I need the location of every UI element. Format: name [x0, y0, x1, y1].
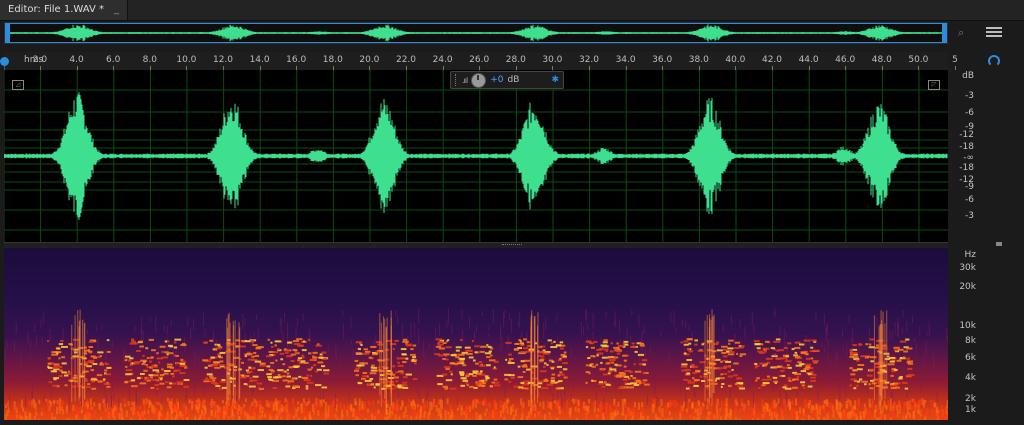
signal-bars-icon: .ııl [462, 75, 468, 85]
db-scale-label: -3 [965, 211, 974, 221]
frequency-scale-label: 4k [965, 373, 976, 383]
ruler-tick-label: 22.0 [395, 55, 417, 65]
db-scale-label: -6 [965, 108, 974, 118]
frequency-scale-label: 2k [965, 394, 976, 404]
time-ruler[interactable]: hms 2.0 4.0 6.0 8.0 10.0 12.0 14.0 16.0 18.0 20.0… [4, 52, 958, 71]
ruler-tick-label: 6.0 [106, 55, 121, 65]
ruler-tick-label: 28.0 [505, 55, 526, 65]
db-scale-label: -6 [965, 195, 974, 205]
db-scale-label: -18 [959, 142, 974, 152]
overview-left-handle[interactable] [5, 23, 10, 43]
ruler-tick-label: 48.0 [871, 55, 892, 65]
ruler-tick-label: 46.0 [835, 55, 856, 65]
ruler-tick-label: 26.0 [469, 55, 490, 65]
channel-right-icon[interactable]: ◸ [928, 80, 940, 90]
db-scale-label: dB [962, 71, 974, 81]
frequency-scale: Hz 30k 20k 10k 8k 6k 4k 2k 1k [950, 248, 980, 420]
ruler-tick-label: 36.0 [652, 55, 673, 65]
ruler-tick-label: 4.0 [69, 55, 84, 65]
frequency-scale-label: 10k [959, 321, 976, 331]
overview-navigator[interactable] [4, 22, 948, 44]
ruler-tick-label: 44.0 [798, 55, 819, 65]
ruler-tick-label: 42.0 [761, 55, 783, 65]
ruler-tick-label: 50.0 [908, 55, 929, 65]
ruler-tick-label: 5 [952, 55, 958, 65]
overview-range [5, 23, 947, 43]
ruler-tick-label: 32.0 [578, 55, 600, 65]
ruler-tick-label: 12.0 [212, 55, 234, 65]
db-scale-label: -18 [959, 163, 974, 173]
frequency-scale-label: Hz [964, 250, 977, 260]
ruler-tick-label: 10.0 [176, 55, 197, 65]
editor-tab-label: Editor: File 1.WAV * [8, 4, 104, 15]
frequency-scale-label: 1k [965, 405, 976, 415]
spectral-canvas [4, 308, 948, 420]
volume-knob[interactable] [471, 72, 487, 88]
waveform-view[interactable]: ◿ ◸ [4, 70, 948, 242]
ruler-tick-label: 16.0 [286, 55, 307, 65]
ruler-tick-label: 30.0 [542, 55, 563, 65]
db-scale: dB -3 -6 -9 -12 -18 -∞ -18 -12 -9 -6 -3 [950, 70, 976, 242]
frequency-scale-label: 20k [959, 282, 976, 292]
ruler-tick-label: 2.0 [32, 55, 48, 65]
channel-left-icon[interactable]: ◿ [12, 80, 24, 90]
ruler-tick-label: 40.0 [725, 55, 746, 65]
ruler-tick-label: 8.0 [142, 55, 157, 65]
db-scale-label: -9 [965, 182, 974, 192]
playhead-handle[interactable] [0, 57, 9, 66]
db-scale-label: -12 [959, 130, 974, 140]
title-bar: Editor: File 1.WAV * _ [0, 0, 1024, 21]
ruler-tick-label: 24.0 [432, 55, 453, 65]
close-icon[interactable]: _ [114, 0, 119, 20]
db-scale-label: -∞ [963, 153, 974, 163]
spectral-view[interactable] [4, 248, 948, 420]
ruler-tick-label: 14.0 [249, 55, 270, 65]
volume-unit: dB [507, 75, 520, 85]
ruler-tick-label: 34.0 [615, 55, 636, 65]
scroll-nub[interactable] [996, 242, 1002, 246]
db-scale-label: -3 [965, 91, 974, 101]
overview-right-handle[interactable] [942, 23, 947, 43]
zoom-icon[interactable]: ⌕ [958, 26, 972, 40]
hud-volume-control[interactable]: .ııl +0 dB ✱ [450, 71, 564, 89]
pin-icon[interactable]: ✱ [551, 75, 559, 85]
time-display-icon[interactable] [988, 55, 1000, 67]
ruler-tick-label: 38.0 [688, 55, 709, 65]
frequency-scale-label: 6k [965, 353, 976, 363]
waveform-canvas [4, 70, 948, 242]
hamburger-menu-icon[interactable] [986, 25, 1002, 37]
frequency-scale-label: 30k [959, 263, 976, 273]
ruler-tick-label: 18.0 [322, 55, 343, 65]
volume-value[interactable]: +0 [490, 75, 503, 85]
editor-tab[interactable]: Editor: File 1.WAV * _ [0, 0, 128, 20]
frequency-scale-label: 8k [965, 336, 976, 346]
ruler-tick-label: 20.0 [359, 55, 380, 65]
hud-grip[interactable] [455, 74, 458, 86]
